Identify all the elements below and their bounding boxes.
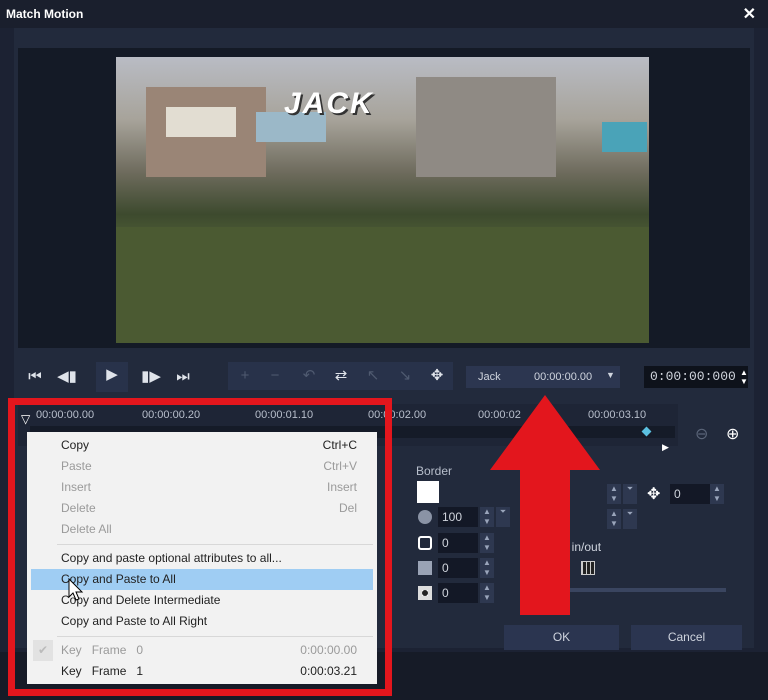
blur-icon bbox=[418, 586, 432, 600]
timecode-field[interactable]: 0:00:00:000 bbox=[644, 366, 748, 388]
remove-keyframe-icon[interactable]: − bbox=[262, 363, 288, 389]
menu-item-delete: Delete Del bbox=[61, 501, 357, 515]
menu-separator bbox=[57, 544, 373, 545]
video-preview: JACK bbox=[116, 57, 649, 343]
timecode-stepper[interactable]: ▲ ▼ bbox=[740, 368, 748, 386]
position-field[interactable]: 0 bbox=[670, 484, 710, 504]
window-title: Match Motion bbox=[6, 7, 84, 21]
object-time: 00:00:00.00 bbox=[534, 371, 593, 383]
size-keyframe-icon[interactable]: ⏷ bbox=[623, 484, 637, 504]
border-label: Border bbox=[416, 464, 453, 478]
border-width-field[interactable]: 0 bbox=[438, 533, 478, 553]
size-stepper-2[interactable]: ▲ ▼ bbox=[607, 509, 621, 529]
previous-frame-button[interactable]: ◀▮ bbox=[54, 364, 80, 390]
position-stepper[interactable]: ▲ ▼ bbox=[710, 484, 724, 504]
annotation-arrow-up bbox=[490, 395, 600, 615]
menu-item-keyframe-0[interactable]: ✔ Key Frame 0 0:00:00.00 bbox=[27, 640, 377, 661]
menu-item-keyframe-1[interactable]: Key Frame 1 0:00:03.21 bbox=[27, 661, 377, 682]
opacity-icon bbox=[418, 510, 432, 524]
move-icon: ✥ bbox=[647, 486, 661, 503]
play-button[interactable]: ▶ bbox=[96, 362, 128, 392]
go-to-start-button[interactable]: ⏮ bbox=[22, 364, 48, 390]
opacity-field[interactable]: 100 bbox=[438, 507, 478, 527]
add-keyframe-icon[interactable]: + bbox=[232, 363, 258, 389]
zoom-out-icon[interactable]: ⊖ bbox=[695, 424, 708, 444]
video-title-overlay: JACK bbox=[284, 87, 374, 120]
object-selector[interactable]: Jack 00:00:00.00 ▼ bbox=[466, 366, 620, 388]
shadow-icon bbox=[418, 561, 432, 575]
menu-item-copy[interactable]: Copy Ctrl+C bbox=[27, 435, 377, 456]
menu-item-paste: Paste Ctrl+V bbox=[61, 459, 357, 473]
menu-item-copy-paste-all-right[interactable]: Copy and Paste to All Right bbox=[27, 611, 377, 632]
go-to-end-button[interactable]: ⏭ bbox=[170, 364, 196, 390]
track-motion-icon[interactable]: ✥ bbox=[424, 363, 450, 389]
swap-icon[interactable]: ⇄ bbox=[328, 363, 354, 389]
size-stepper[interactable]: ▲ ▼ bbox=[607, 484, 621, 504]
border-width-icon bbox=[418, 536, 432, 550]
scroll-right-icon[interactable]: ▶ bbox=[662, 442, 669, 453]
next-frame-button[interactable]: ▮▶ bbox=[138, 364, 164, 390]
close-icon[interactable]: ✕ bbox=[743, 4, 756, 24]
object-name: Jack bbox=[478, 371, 501, 383]
next-keyframe-icon[interactable]: ↘ bbox=[392, 363, 418, 389]
size-keyframe-icon-2[interactable]: ⏷ bbox=[623, 509, 637, 529]
prev-keyframe-icon[interactable]: ↖ bbox=[360, 363, 386, 389]
zoom-in-icon[interactable]: ⊕ bbox=[726, 424, 739, 444]
shadow-field[interactable]: 0 bbox=[438, 558, 478, 578]
border-color-swatch[interactable] bbox=[417, 481, 439, 503]
reverse-icon[interactable]: ↶ bbox=[296, 363, 322, 389]
menu-item-delete-all: Delete All bbox=[61, 522, 112, 536]
check-icon: ✔ bbox=[33, 640, 53, 661]
menu-separator bbox=[57, 636, 373, 637]
cancel-button[interactable]: Cancel bbox=[631, 625, 742, 650]
context-menu: Copy Ctrl+C Paste Ctrl+V Insert Insert Dele… bbox=[27, 432, 377, 684]
blur-field[interactable]: 0 bbox=[438, 583, 478, 603]
chevron-down-icon: ▼ bbox=[606, 370, 615, 380]
menu-item-insert: Insert Insert bbox=[61, 480, 357, 494]
mouse-cursor-icon bbox=[68, 578, 84, 601]
title-bar bbox=[0, 0, 768, 28]
menu-item-copy-paste-optional[interactable]: Copy and paste optional attributes to al… bbox=[27, 548, 377, 569]
ok-button[interactable]: OK bbox=[504, 625, 619, 650]
